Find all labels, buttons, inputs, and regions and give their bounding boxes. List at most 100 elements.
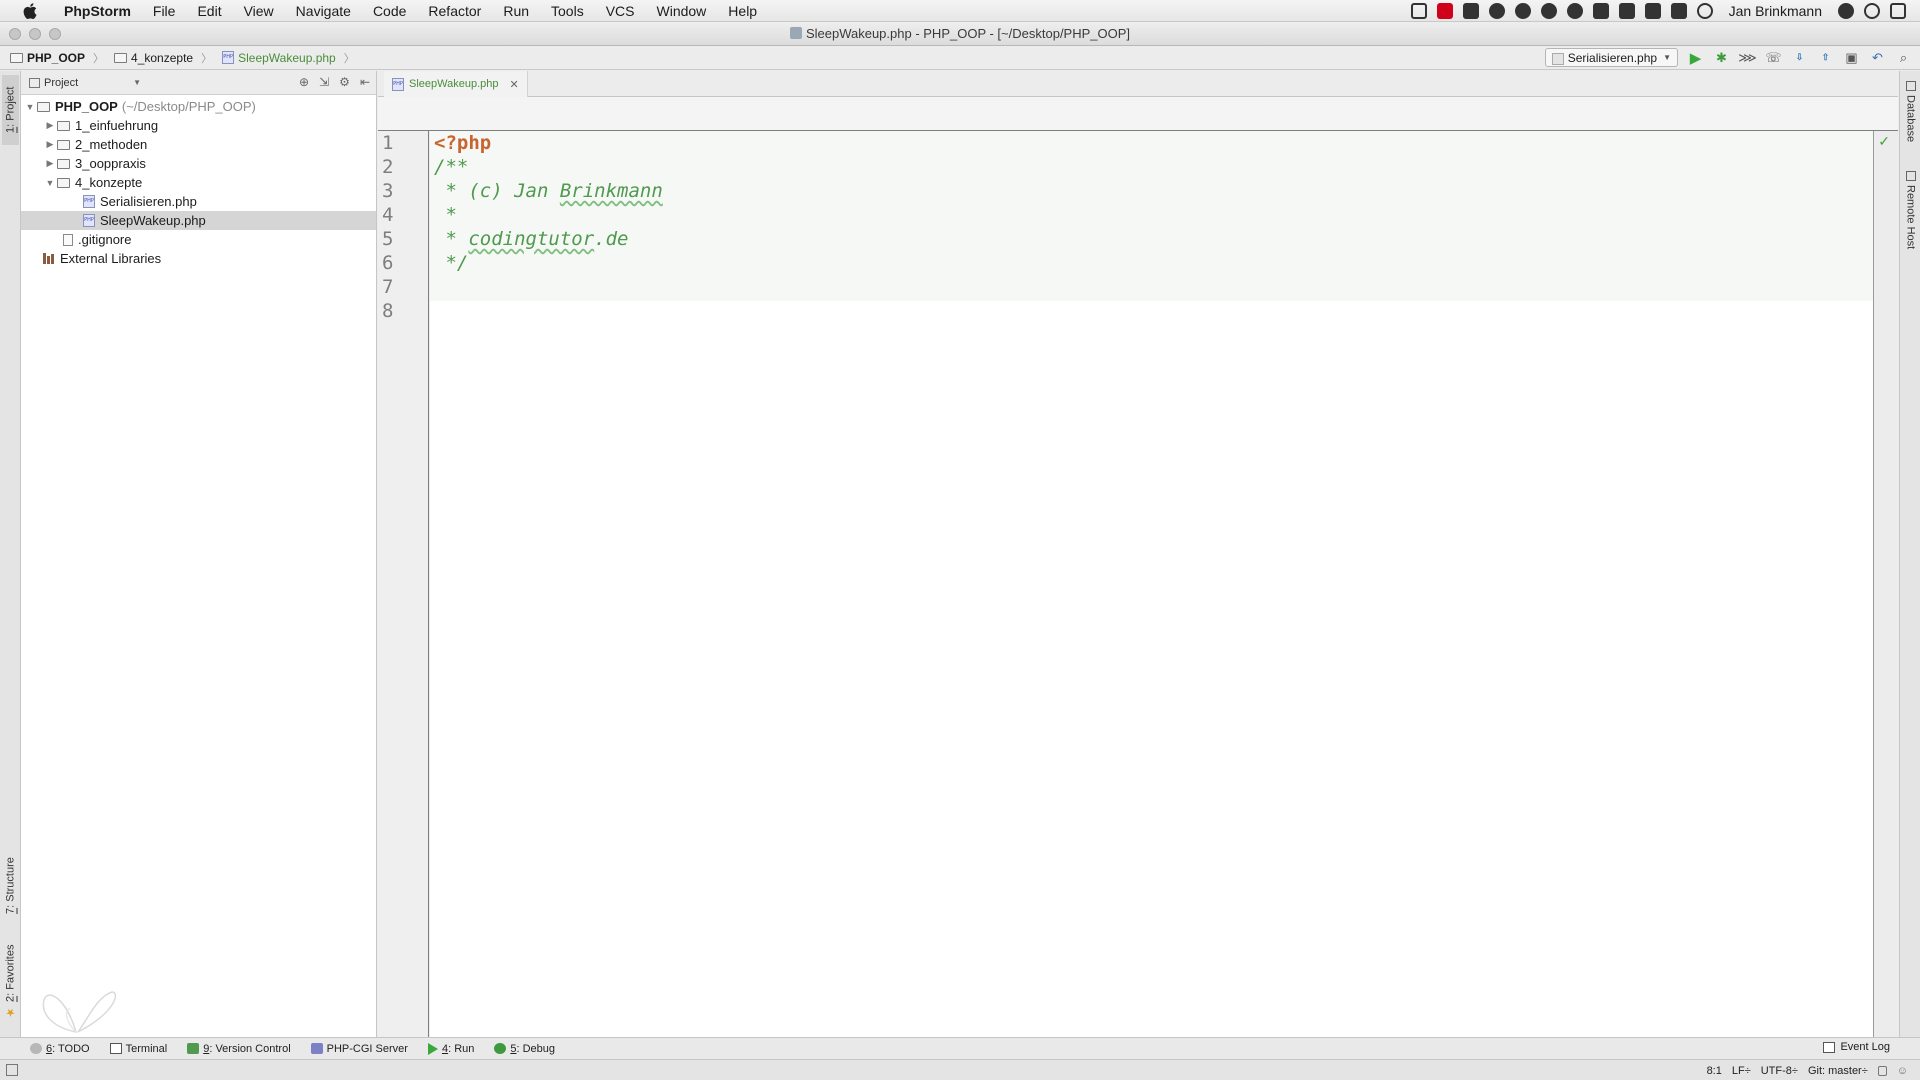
collapse-arrow-icon[interactable]: ▶ [43,158,57,169]
menubar-tray: Jan Brinkmann [1410,0,1920,22]
tool-todo[interactable]: 6: TODO [30,1043,90,1055]
tool-debug[interactable]: 5: Debug [494,1043,555,1055]
menu-navigate[interactable]: Navigate [285,0,362,22]
user-name[interactable]: Jan Brinkmann [1723,3,1828,19]
tree-item-libraries[interactable]: External Libraries [21,249,376,268]
user-icon[interactable] [1838,3,1854,19]
tree-item-folder[interactable]: ▶ 3_ooppraxis [21,154,376,173]
file-encoding[interactable]: UTF-8÷ [1761,1065,1798,1077]
vcs-commit-icon[interactable]: ⇧ [1817,49,1834,66]
breadcrumb-file[interactable]: SleepWakeup.php [238,51,336,65]
menu-vcs[interactable]: VCS [595,0,646,22]
notification-center-icon[interactable] [1890,3,1906,19]
tab-remote-host[interactable]: Remote Host [1902,171,1919,261]
editor-tabs: PHP SleepWakeup.php ✕ [378,71,1898,97]
run-configuration-select[interactable]: Serialisieren.php ▼ [1544,48,1678,67]
tree-item-folder[interactable]: ▶ 1_einfuehrung [21,116,376,135]
revert-icon[interactable]: ↶ [1869,49,1886,66]
tool-php-cgi-server[interactable]: PHP-CGI Server [310,1043,408,1055]
evernote-icon[interactable] [1514,3,1531,19]
apple-icon[interactable] [20,0,40,22]
tab-remote-host-label: Remote Host [1904,185,1917,250]
coverage-icon[interactable]: ⋙ [1738,49,1757,66]
tab-project-number: 1 [4,127,17,134]
collapse-arrow-icon[interactable]: ▶ [43,120,57,131]
scroll-from-source-icon[interactable]: ⊕ [299,75,309,89]
menu-file[interactable]: File [142,0,187,22]
menu-tools[interactable]: Tools [540,0,595,22]
folder-icon [114,52,128,63]
volume-icon[interactable] [1644,3,1661,19]
run-icon[interactable]: ▶ [1687,49,1704,67]
tree-root-name: PHP_OOP [55,99,118,114]
menu-help[interactable]: Help [717,0,768,22]
tool-version-control[interactable]: 9: Version Control [187,1043,291,1055]
dropbox-icon[interactable] [1592,3,1609,19]
tool-event-log[interactable]: Event Log [1823,1041,1890,1053]
line-separator[interactable]: LF÷ [1732,1065,1751,1077]
menu-window[interactable]: Window [646,0,718,22]
tool-run[interactable]: 4: Run [427,1042,474,1055]
tool-windows-toggle-icon[interactable] [6,1064,18,1076]
screen-icon[interactable] [1410,3,1427,19]
vcs-update-icon[interactable]: ⇩ [1791,49,1808,66]
breadcrumb-folder[interactable]: 4_konzepte [131,51,193,65]
bluetooth-icon[interactable] [1670,3,1687,19]
tree-item-folder[interactable]: ▶ 2_methoden [21,135,376,154]
inspection-ok-icon[interactable]: ✓ [1878,133,1890,150]
tool-terminal[interactable]: Terminal [109,1043,167,1055]
caret-position[interactable]: 8:1 [1707,1065,1722,1077]
library-icon [43,253,55,264]
history-icon[interactable]: ▣ [1843,49,1860,66]
editor-tab-active[interactable]: PHP SleepWakeup.php ✕ [384,71,528,97]
tab-project[interactable]: 1: Project [2,75,19,145]
project-view-select[interactable]: Project ▼ [29,77,141,89]
project-panel-actions: ⊕ ⇲ ⚙ ⇤ [299,75,370,89]
tab-database[interactable]: Database [1902,81,1919,151]
close-icon[interactable]: ✕ [510,78,519,91]
debug-icon [494,1043,507,1054]
editor-header-area [378,97,1898,131]
breadcrumb-project[interactable]: PHP_OOP [27,51,85,65]
tree-item-gitignore[interactable]: .gitignore [21,230,376,249]
git-branch[interactable]: Git: master÷ [1808,1065,1868,1077]
collapse-arrow-icon[interactable]: ▶ [43,139,57,150]
inspector-icon[interactable]: ☺ [1897,1065,1908,1077]
hide-panel-icon[interactable]: ⇤ [360,75,370,89]
tab-structure[interactable]: 7: Structure [2,841,19,931]
chevron-down-icon: ▼ [133,78,141,87]
tab-favorites[interactable]: ★ 2: Favorites [2,937,19,1027]
collapse-all-icon[interactable]: ⇲ [319,75,329,89]
tree-item-file-selected[interactable]: PHP SleepWakeup.php [21,211,376,230]
todo-icon [30,1043,42,1054]
menu-view[interactable]: View [233,0,285,22]
spotlight-icon[interactable] [1864,3,1880,19]
menu-edit[interactable]: Edit [186,0,232,22]
project-panel-header: Project ▼ ⊕ ⇲ ⚙ ⇤ [21,71,376,95]
menu-code[interactable]: Code [362,0,417,22]
gear-tray-icon[interactable] [1618,3,1635,19]
listen-debug-icon[interactable]: ☏ [1765,49,1782,66]
expand-arrow-icon[interactable]: ▼ [43,178,57,188]
debug-icon[interactable]: ✱ [1713,49,1730,66]
menu-refactor[interactable]: Refactor [417,0,492,22]
time-machine-icon[interactable] [1696,3,1713,19]
tree-item-root[interactable]: ▼ PHP_OOP (~/Desktop/PHP_OOP) [21,97,376,116]
onepassword-icon[interactable] [1488,3,1505,19]
menu-app-name[interactable]: PhpStorm [54,0,142,22]
code-editor[interactable]: <?php /** * (c) Jan Brinkmann * * coding… [430,131,1874,1037]
expand-arrow-icon[interactable]: ▼ [23,102,37,112]
bookmark-icon[interactable] [1462,3,1479,19]
line-number: 2 [382,156,394,178]
lock-icon[interactable] [1877,1065,1887,1076]
tab-structure-label: : Structure [4,857,17,909]
recorder-icon[interactable] [1436,3,1453,19]
tree-item-file[interactable]: PHP Serialisieren.php [21,192,376,211]
creative-cloud-icon[interactable] [1566,3,1583,19]
menu-run[interactable]: Run [492,0,540,22]
gear-icon[interactable]: ⚙ [339,75,350,89]
leaf-icon[interactable] [1540,3,1557,19]
search-icon[interactable]: ⌕ [1895,49,1912,66]
run-icon [427,1042,438,1055]
tree-item-folder[interactable]: ▼ 4_konzepte [21,173,376,192]
